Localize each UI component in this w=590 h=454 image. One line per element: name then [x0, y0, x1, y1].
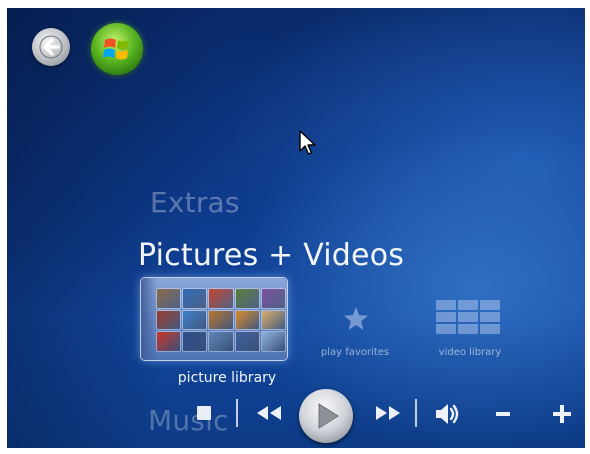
- transport-divider: [236, 399, 238, 427]
- tile-label-video-library[interactable]: video library: [421, 347, 519, 358]
- tile-picture-library[interactable]: [141, 278, 287, 360]
- photo-thumbnail: [261, 310, 285, 330]
- fast-forward-button[interactable]: [375, 405, 401, 421]
- transport-controls: [7, 386, 585, 448]
- photo-thumbnail: [183, 289, 207, 308]
- speaker-icon[interactable]: [435, 403, 461, 425]
- photo-thumbnail: [261, 332, 285, 351]
- photo-thumbnail: [157, 289, 181, 308]
- start-button[interactable]: [91, 23, 143, 75]
- menu-item-pictures-videos[interactable]: Pictures + Videos: [138, 238, 404, 273]
- photo-thumbnail: [209, 289, 233, 308]
- windows-flag-icon: [103, 38, 129, 60]
- photo-thumbnail: [261, 289, 285, 308]
- back-arrow-icon: [39, 35, 63, 59]
- video-grid-icon[interactable]: [436, 300, 502, 336]
- play-button[interactable]: [299, 389, 353, 443]
- volume-down-button[interactable]: [496, 412, 510, 416]
- photo-thumbnail: [183, 332, 207, 351]
- mouse-cursor-icon: [299, 130, 316, 155]
- photo-thumbnail: [209, 310, 233, 330]
- photo-thumbnails: [157, 289, 285, 351]
- media-center-screen: Extras Pictures + Videos Music picture l…: [7, 8, 585, 448]
- photo-thumbnail: [157, 332, 181, 351]
- transport-divider: [415, 399, 417, 427]
- menu-item-extras[interactable]: Extras: [150, 186, 240, 219]
- tile-label-picture-library[interactable]: picture library: [141, 370, 313, 386]
- photo-thumbnail: [235, 310, 259, 330]
- photo-thumbnail: [209, 332, 233, 351]
- rewind-button[interactable]: [256, 405, 282, 421]
- back-button[interactable]: [32, 28, 70, 66]
- photo-thumbnail: [235, 289, 259, 308]
- play-icon: [318, 403, 339, 429]
- tile-label-play-favorites[interactable]: play favorites: [307, 347, 403, 358]
- star-icon[interactable]: [343, 306, 369, 332]
- stop-button[interactable]: [197, 406, 211, 420]
- volume-up-button[interactable]: [553, 405, 571, 423]
- photo-thumbnail: [235, 332, 259, 351]
- photo-thumbnail: [183, 310, 207, 330]
- photo-thumbnail: [157, 310, 181, 330]
